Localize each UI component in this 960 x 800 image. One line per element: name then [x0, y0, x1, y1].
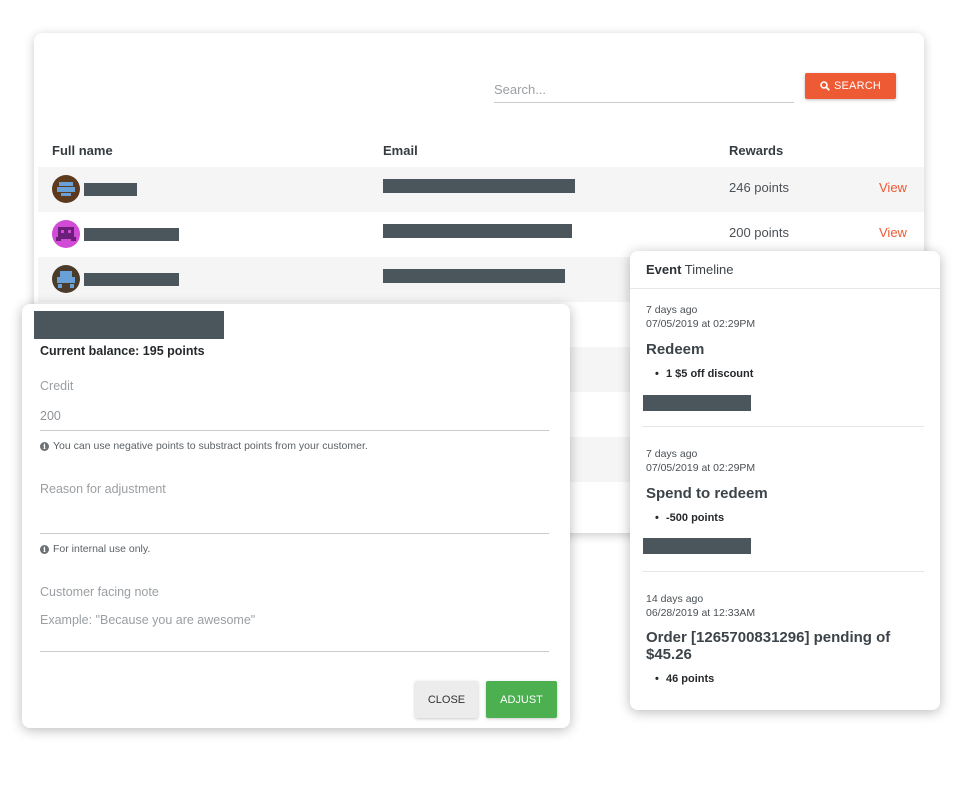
event-date: 07/05/2019 at 02:29PM: [646, 318, 756, 330]
adjust-button[interactable]: ADJUST: [486, 681, 557, 718]
event-title: Spend to redeem: [646, 485, 768, 502]
info-icon: i: [40, 544, 49, 554]
event-date: 07/05/2019 at 02:29PM: [646, 462, 756, 474]
search-icon: [820, 81, 830, 91]
email-redaction: [383, 224, 572, 238]
credit-hint-text: You can use negative points to substract…: [53, 440, 368, 452]
search-button[interactable]: SEARCH: [805, 73, 896, 99]
view-link[interactable]: View: [879, 225, 907, 240]
credit-hint: i You can use negative points to substra…: [40, 440, 368, 452]
reason-hint: i For internal use only.: [40, 543, 150, 555]
divider: [642, 426, 924, 427]
event-detail: 1 $5 off discount: [655, 368, 753, 380]
email-redaction: [383, 179, 575, 193]
customer-name-redaction: [34, 311, 224, 339]
reason-underline: [40, 533, 549, 534]
timeline-title-rest: Timeline: [681, 262, 734, 277]
avatar: [52, 175, 80, 203]
event-date: 06/28/2019 at 12:33AM: [646, 607, 756, 619]
column-header-rewards[interactable]: Rewards: [729, 143, 783, 158]
credit-input[interactable]: 200: [40, 409, 61, 423]
timeline-title: Event Timeline: [646, 262, 733, 277]
event-ago: 14 days ago: [646, 593, 704, 605]
event-title: Order [1265700831296] pending of $45.26: [646, 629, 891, 663]
event-ago: 7 days ago: [646, 304, 698, 316]
name-redaction: [84, 228, 179, 241]
credit-underline: [40, 430, 549, 431]
search-input[interactable]: [494, 77, 794, 103]
email-redaction: [383, 269, 565, 283]
event-timeline-panel: Event Timeline 7 days ago 07/05/2019 at …: [630, 251, 940, 710]
search-button-label: SEARCH: [833, 80, 882, 92]
event-detail: -500 points: [655, 512, 724, 524]
event-ago: 7 days ago: [646, 448, 698, 460]
note-label: Customer facing note: [40, 585, 159, 599]
reason-label: Reason for adjustment: [40, 482, 166, 496]
table-row[interactable]: 246 points View: [38, 167, 924, 212]
event-redaction: [643, 395, 751, 411]
timeline-title-bold: Event: [646, 262, 682, 277]
name-redaction: [84, 273, 179, 286]
adjust-points-modal: Current balance: 195 points Credit 200 i…: [22, 304, 570, 728]
close-button[interactable]: CLOSE: [415, 681, 478, 718]
column-header-email[interactable]: Email: [383, 143, 418, 158]
column-header-full-name[interactable]: Full name: [52, 143, 113, 158]
reason-hint-text: For internal use only.: [53, 543, 151, 555]
name-redaction: [84, 183, 137, 196]
info-icon: i: [40, 441, 49, 451]
view-link[interactable]: View: [879, 180, 907, 195]
current-balance: Current balance: 195 points: [40, 344, 205, 358]
reason-input[interactable]: [40, 509, 549, 529]
avatar: [52, 265, 80, 293]
note-input[interactable]: Example: "Because you are awesome": [40, 613, 255, 627]
rewards-value: 200 points: [729, 225, 789, 240]
event-redaction: [643, 538, 751, 554]
rewards-value: 246 points: [729, 180, 789, 195]
avatar: [52, 220, 80, 248]
divider: [642, 571, 924, 572]
note-underline: [40, 651, 549, 652]
credit-label: Credit: [40, 379, 74, 393]
event-title: Redeem: [646, 341, 705, 358]
event-detail: 46 points: [655, 673, 714, 685]
divider: [630, 288, 940, 289]
